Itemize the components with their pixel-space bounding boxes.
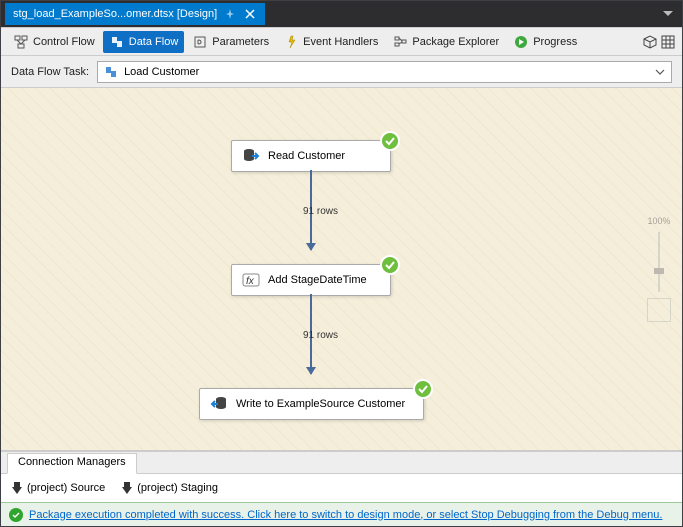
progress-icon [513,34,529,50]
connection-managers-panel: Connection Managers (project) Source (pr… [1,451,682,502]
tab-progress[interactable]: Progress [507,31,583,53]
designer-toolbar: Control Flow Data Flow Parameters Event … [1,28,682,56]
flow-label: 91 rows [303,206,338,217]
success-badge-icon [380,131,400,151]
tab-parameters[interactable]: Parameters [186,31,275,53]
success-badge-icon [380,255,400,275]
box-icon[interactable] [642,34,658,50]
event-handlers-icon [283,34,299,50]
node-label: Write to ExampleSource Customer [236,398,405,410]
task-label: Data Flow Task: [11,66,89,78]
zoom-slider[interactable] [658,232,660,292]
zoom-pct: 100% [647,216,670,226]
zoom-control[interactable]: 100% [644,216,674,322]
grid-icon[interactable] [660,34,676,50]
success-icon [9,508,23,522]
document-tab[interactable]: stg_load_ExampleSo...omer.dtsx [Design] [5,3,265,25]
close-icon[interactable] [243,7,257,21]
design-canvas[interactable]: Read Customer 91 rows fx Add StageDateTi… [1,88,682,451]
control-flow-icon [13,34,29,50]
task-dropdown[interactable]: Load Customer [97,61,672,83]
tab-event-handlers[interactable]: Event Handlers [277,31,384,53]
flow-label: 91 rows [303,330,338,341]
task-selector-bar: Data Flow Task: Load Customer [1,56,682,88]
window-dropdown-icon[interactable] [658,4,678,24]
tab-title: stg_load_ExampleSo...omer.dtsx [Design] [13,8,217,20]
svg-text:fx: fx [246,276,255,287]
node-label: Read Customer [268,150,345,162]
node-read-customer[interactable]: Read Customer [231,140,391,172]
chevron-down-icon [655,69,665,75]
node-write-customer[interactable]: Write to ExampleSource Customer [199,388,424,420]
pin-icon[interactable] [223,7,237,21]
db-destination-icon [210,395,228,413]
connection-label: (project) Staging [137,482,218,494]
tab-label: Event Handlers [303,36,378,48]
tab-label: Progress [533,36,577,48]
tab-label: Control Flow [33,36,95,48]
connection-managers-tab[interactable]: Connection Managers [7,453,137,474]
data-flow-icon [109,34,125,50]
node-label: Add StageDateTime [268,274,367,286]
content: Control Flow Data Flow Parameters Event … [1,27,682,526]
tab-control-flow[interactable]: Control Flow [7,31,101,53]
tab-label: Package Explorer [412,36,499,48]
zoom-fit-icon[interactable] [647,298,671,322]
parameters-icon [192,34,208,50]
task-icon [104,65,118,79]
status-bar: Package execution completed with success… [1,502,682,526]
node-add-stagedatetime[interactable]: fx Add StageDateTime [231,264,391,296]
success-badge-icon [413,379,433,399]
tab-data-flow[interactable]: Data Flow [103,31,185,53]
package-explorer-icon [392,34,408,50]
fx-icon: fx [242,271,260,289]
tab-label: Parameters [212,36,269,48]
titlebar: stg_load_ExampleSo...omer.dtsx [Design] [1,1,682,27]
connection-source[interactable]: (project) Source [11,481,105,495]
db-source-icon [242,147,260,165]
task-value: Load Customer [124,66,199,78]
tab-label: Connection Managers [18,456,126,468]
tab-label: Data Flow [129,36,179,48]
connection-icon [11,481,23,495]
connection-label: (project) Source [27,482,105,494]
status-message-link[interactable]: Package execution completed with success… [29,509,662,521]
connection-staging[interactable]: (project) Staging [121,481,218,495]
tab-package-explorer[interactable]: Package Explorer [386,31,505,53]
connection-icon [121,481,133,495]
